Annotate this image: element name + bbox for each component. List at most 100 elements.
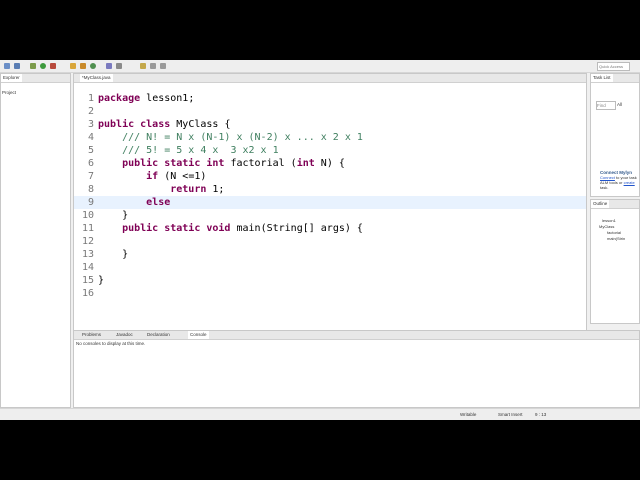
line-number: 14 [81, 262, 94, 273]
code-text: /// 5! = 5 x 4 x 3 x2 x 1 [98, 144, 279, 157]
line-number: 13 [81, 249, 94, 260]
tab-myclass-java[interactable]: *MyClass.java [80, 74, 113, 82]
quick-access-input[interactable]: Quick Access [597, 62, 630, 71]
line-number: 8 [87, 184, 94, 195]
code-text: /// N! = N x (N-1) x (N-2) x ... x 2 x 1 [98, 131, 363, 144]
code-token: lesson1; [146, 93, 195, 104]
console-panel: Problems Javadoc Declaration Console No con… [73, 330, 640, 408]
outline-item[interactable]: main(Strin [607, 236, 625, 241]
code-line[interactable]: 12 [74, 235, 586, 248]
code-line[interactable]: 16 [74, 287, 586, 300]
line-number: 5 [87, 145, 94, 156]
status-bar: Writable Smart Insert 9 : 13 [0, 408, 640, 420]
new-class-icon[interactable] [90, 63, 96, 69]
code-text: else [98, 196, 170, 209]
tab-outline[interactable]: Outline [591, 200, 610, 208]
line-number: 7 [87, 171, 94, 182]
tasklist-tabbar: Task List [591, 74, 639, 83]
back-icon[interactable] [150, 63, 156, 69]
open-type-icon[interactable] [106, 63, 112, 69]
code-line[interactable]: 6 public static int factorial (int N) { [74, 157, 586, 170]
tab-declaration[interactable]: Declaration [145, 331, 172, 339]
code-token: } [98, 210, 129, 221]
code-token: return [98, 184, 213, 195]
code-text: package lesson1; [98, 92, 194, 105]
line-number: 15 [81, 275, 94, 286]
tab-javadoc[interactable]: Javadoc [114, 331, 135, 339]
code-line[interactable]: 7 if (N <=1) [74, 170, 586, 183]
code-token: public static void [98, 223, 237, 234]
line-number: 3 [87, 119, 94, 130]
explorer-tabbar: Explorer [1, 74, 70, 83]
next-annotation-icon[interactable] [140, 63, 146, 69]
line-number: 11 [81, 223, 94, 234]
tab-problems[interactable]: Problems [80, 331, 103, 339]
code-line[interactable]: 3 public class MyClass { [74, 118, 586, 131]
status-cursor-position: 9 : 13 [535, 412, 547, 417]
line-number: 1 [87, 93, 94, 104]
code-token: factorial [230, 158, 291, 169]
task-list-panel: Task List Find All Connect Mylyn Connect… [590, 73, 640, 197]
outline-item[interactable]: factorial [607, 230, 621, 235]
code-line[interactable]: 15} [74, 274, 586, 287]
tab-task-list[interactable]: Task List [591, 74, 613, 82]
status-writable: Writable [460, 412, 477, 417]
code-token: package [98, 93, 147, 104]
code-text: public static void main(String[] args) { [98, 222, 363, 235]
outline-panel: Outline lesson1 MyClass factorial main(Stri… [590, 199, 640, 324]
create-link[interactable]: create [624, 180, 635, 185]
save-icon[interactable] [14, 63, 20, 69]
code-token: else [98, 197, 171, 208]
task-find-input[interactable]: Find [596, 101, 616, 110]
line-number: 16 [81, 288, 94, 299]
line-number: 9 [87, 197, 94, 208]
code-token: } [98, 249, 129, 260]
new-java-project-icon[interactable] [70, 63, 76, 69]
code-token: int [296, 158, 321, 169]
forward-icon[interactable] [160, 63, 166, 69]
code-line[interactable]: 2 [74, 105, 586, 118]
code-text: public class MyClass { [98, 118, 230, 131]
code-line[interactable]: 4 /// N! = N x (N-1) x (N-2) x ... x 2 x… [74, 131, 586, 144]
outline-item[interactable]: lesson1 [602, 218, 616, 223]
line-number: 10 [81, 210, 94, 221]
code-line[interactable]: 13 } [74, 248, 586, 261]
code-token: 1; [212, 184, 225, 195]
line-number: 2 [87, 106, 94, 117]
console-tabbar: Problems Javadoc Declaration Console [74, 331, 639, 340]
code-token: public static int [98, 158, 231, 169]
search-icon[interactable] [116, 63, 122, 69]
main-toolbar: Quick Access [0, 60, 640, 73]
line-number: 12 [81, 236, 94, 247]
code-line[interactable]: 14 [74, 261, 586, 274]
code-line[interactable]: 10 } [74, 209, 586, 222]
external-tools-icon[interactable] [50, 63, 56, 69]
code-text: } [98, 209, 128, 222]
project-tree-item[interactable]: Project [2, 90, 16, 95]
line-number: 6 [87, 158, 94, 169]
code-token: if [98, 171, 165, 182]
mylyn-text-3: task. [600, 185, 609, 190]
new-icon[interactable] [4, 63, 10, 69]
task-filter-all[interactable]: All [617, 102, 622, 107]
code-token: MyClass { [176, 119, 231, 130]
code-line[interactable]: 1 package lesson1; [74, 92, 586, 105]
tab-console[interactable]: Console [188, 331, 209, 339]
outline-item[interactable]: MyClass [599, 224, 614, 229]
code-line[interactable]: 11 public static void main(String[] args… [74, 222, 586, 235]
tab-explorer[interactable]: Explorer [1, 74, 22, 82]
mylyn-text: Connect to your task ALM tools or create… [600, 175, 640, 190]
package-explorer-panel: Explorer Project [0, 73, 71, 408]
code-line[interactable]: 8 return 1; [74, 183, 586, 196]
code-token: /// 5! = 5 x 4 x 3 x2 x 1 [98, 145, 279, 156]
code-line[interactable]: 9 else [74, 196, 586, 209]
run-icon[interactable] [40, 63, 46, 69]
status-insert-mode: Smart Insert [498, 412, 523, 417]
code-text: public static int factorial (int N) { [98, 157, 345, 170]
console-message: No consoles to display at this time. [76, 341, 146, 346]
code-token: N) { [320, 158, 345, 169]
code-line[interactable]: 5 /// 5! = 5 x 4 x 3 x2 x 1 [74, 144, 586, 157]
code-token: } [98, 275, 105, 286]
new-package-icon[interactable] [80, 63, 86, 69]
debug-icon[interactable] [30, 63, 36, 69]
